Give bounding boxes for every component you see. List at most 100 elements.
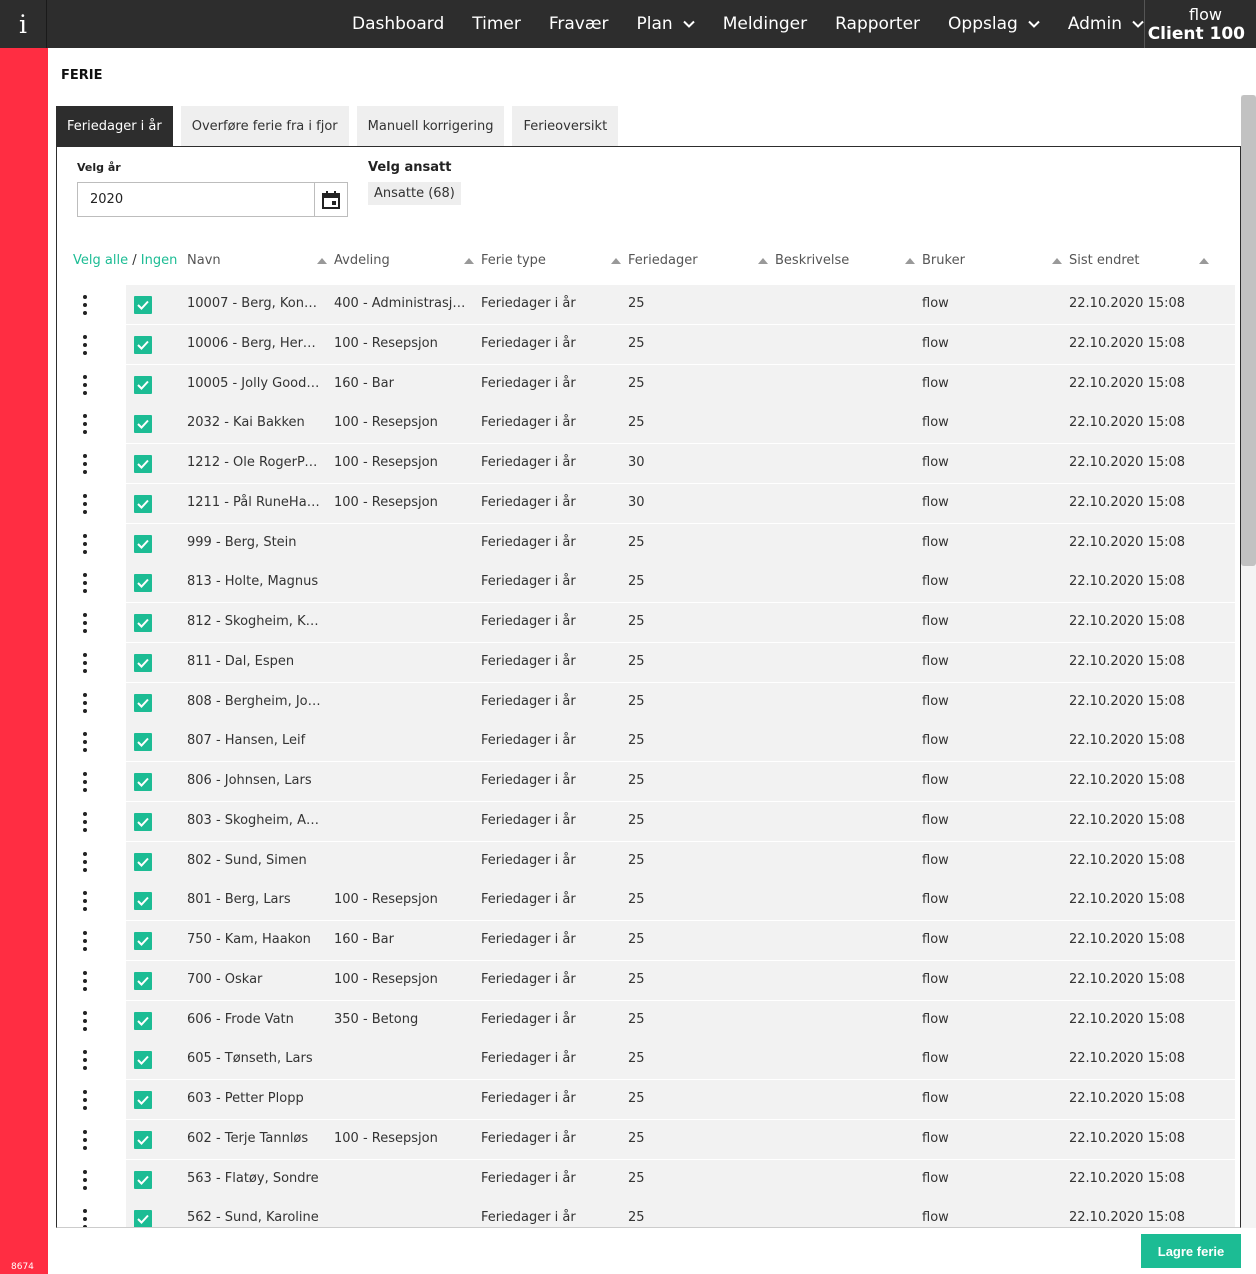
more-vertical-icon[interactable] [79, 613, 91, 633]
column-header[interactable]: Navn [187, 253, 327, 271]
column-header[interactable]: Avdeling [334, 253, 474, 271]
sort-arrow-icon[interactable] [464, 258, 474, 264]
more-vertical-icon[interactable] [79, 1050, 91, 1071]
sort-arrow-icon[interactable] [611, 258, 621, 264]
row-checkbox[interactable] [134, 653, 152, 672]
nav-item-frav-r[interactable]: Fravær [549, 14, 609, 34]
row-checkbox[interactable] [134, 534, 152, 553]
more-vertical-icon[interactable] [79, 334, 91, 355]
select-all-link[interactable]: Velg alle [73, 253, 128, 268]
row-checkbox[interactable] [134, 892, 152, 911]
sort-arrow-icon[interactable] [905, 258, 915, 264]
row-checkbox[interactable] [134, 1011, 152, 1030]
row-checkbox[interactable] [134, 852, 152, 871]
more-vertical-icon[interactable] [79, 454, 91, 474]
table-row[interactable]: 563 - Flatøy, Sondre Feriedager i år 25 flo… [67, 1159, 1235, 1199]
table-row[interactable]: 999 - Berg, Stein Feriedager i år 25 flow 22… [67, 523, 1235, 563]
row-checkbox[interactable] [134, 614, 152, 632]
sort-arrow-icon[interactable] [1052, 258, 1062, 264]
sort-arrow-icon[interactable] [758, 258, 768, 264]
more-vertical-icon[interactable] [79, 931, 91, 951]
row-checkbox[interactable] [134, 1091, 152, 1109]
table-row[interactable]: 811 - Dal, Espen Feriedager i år 25 flow 22.… [67, 642, 1235, 682]
row-checkbox[interactable] [134, 1051, 152, 1070]
column-header[interactable]: Ferie type [481, 253, 621, 271]
save-button[interactable]: Lagre ferie [1141, 1234, 1241, 1268]
tab-3[interactable]: Ferieoversikt [512, 106, 619, 147]
table-row[interactable]: 803 - Skogheim, Alex Feriedager i år 25 flo… [67, 801, 1235, 841]
row-checkbox[interactable] [134, 693, 152, 712]
table-row[interactable]: 802 - Sund, Simen Feriedager i år 25 flow 22… [67, 841, 1235, 881]
more-vertical-icon[interactable] [79, 573, 91, 594]
table-row[interactable]: 807 - Hansen, Leif Feriedager i år 25 flow 2… [67, 722, 1235, 762]
more-vertical-icon[interactable] [79, 374, 91, 395]
table-row[interactable]: 801 - Berg, Lars 100 - Resepsjon Feriedage… [67, 881, 1235, 921]
row-checkbox[interactable] [134, 1130, 152, 1149]
more-vertical-icon[interactable] [79, 1129, 91, 1150]
column-header[interactable]: Sist endret [1069, 253, 1209, 271]
more-vertical-icon[interactable] [79, 811, 91, 832]
scrollbar[interactable] [1241, 95, 1256, 1228]
select-none-link[interactable]: Ingen [141, 253, 178, 268]
more-vertical-icon[interactable] [79, 772, 91, 792]
table-row[interactable]: 602 - Terje Tannløs 100 - Resepsjon Feried… [67, 1119, 1235, 1159]
more-vertical-icon[interactable] [79, 533, 91, 554]
info-button[interactable]: i [0, 0, 47, 48]
year-picker[interactable]: 2020 [77, 182, 348, 217]
table-row[interactable]: 806 - Johnsen, Lars Feriedager i år 25 flow… [67, 762, 1235, 801]
more-vertical-icon[interactable] [79, 732, 91, 753]
calendar-icon[interactable] [314, 183, 347, 216]
table-row[interactable]: 605 - Tønseth, Lars Feriedager i år 25 flow… [67, 1040, 1235, 1080]
table-row[interactable]: 10006 - Berg, Hermann 100 - Resepsjon Feri… [67, 324, 1235, 364]
more-vertical-icon[interactable] [79, 414, 91, 435]
column-header[interactable]: Feriedager [628, 253, 768, 271]
row-checkbox[interactable] [134, 375, 152, 394]
table-row[interactable]: 2032 - Kai Bakken 100 - Resepsjon Feriedag… [67, 404, 1235, 444]
scrollbar-thumb[interactable] [1241, 95, 1256, 566]
row-checkbox[interactable] [134, 296, 152, 314]
nav-item-plan[interactable]: Plan [637, 14, 695, 34]
more-vertical-icon[interactable] [79, 692, 91, 713]
table-row[interactable]: 750 - Kam, Haakon 160 - Bar Feriedager i å… [67, 921, 1235, 960]
table-row[interactable]: 700 - Oskar 100 - Resepsjon Feriedager i å… [67, 960, 1235, 1000]
tab-1[interactable]: Overføre ferie fra i fjor [180, 106, 349, 147]
table-row[interactable]: 812 - Skogheim, Kristian Feriedager i år 2… [67, 603, 1235, 642]
row-checkbox[interactable] [134, 455, 152, 473]
employee-chip[interactable]: Ansatte (68) [368, 182, 461, 205]
row-checkbox[interactable] [134, 1210, 152, 1227]
row-checkbox[interactable] [134, 415, 152, 434]
more-vertical-icon[interactable] [79, 891, 91, 912]
client-switcher[interactable]: flow Client 100 [1144, 0, 1256, 48]
row-checkbox[interactable] [134, 574, 152, 593]
more-vertical-icon[interactable] [79, 970, 91, 991]
column-header[interactable]: Bruker [922, 253, 1062, 271]
table-row[interactable]: 813 - Holte, Magnus Feriedager i år 25 flow… [67, 563, 1235, 603]
tab-0[interactable]: Feriedager i år [56, 106, 173, 147]
row-checkbox[interactable] [134, 812, 152, 831]
row-checkbox[interactable] [134, 971, 152, 990]
more-vertical-icon[interactable] [79, 1209, 91, 1227]
nav-item-admin[interactable]: Admin [1068, 14, 1144, 34]
year-input[interactable]: 2020 [78, 183, 314, 216]
row-checkbox[interactable] [134, 932, 152, 950]
more-vertical-icon[interactable] [79, 1010, 91, 1031]
row-checkbox[interactable] [134, 335, 152, 354]
nav-item-rapporter[interactable]: Rapporter [835, 14, 920, 34]
more-vertical-icon[interactable] [79, 652, 91, 673]
nav-item-meldinger[interactable]: Meldinger [723, 14, 807, 34]
more-vertical-icon[interactable] [79, 493, 91, 514]
row-checkbox[interactable] [134, 1170, 152, 1189]
more-vertical-icon[interactable] [79, 1169, 91, 1190]
table-row[interactable]: 1212 - Ole RogerPedersen 100 - Resepsjon F… [67, 444, 1235, 483]
more-vertical-icon[interactable] [79, 851, 91, 872]
table-row[interactable]: 808 - Bergheim, Jonas Feriedager i år 25 fl… [67, 682, 1235, 722]
more-vertical-icon[interactable] [79, 295, 91, 315]
row-checkbox[interactable] [134, 773, 152, 791]
tab-2[interactable]: Manuell korrigering [356, 106, 505, 147]
table-row[interactable]: 10007 - Berg, Konrad 400 - Administrasjon… [67, 285, 1235, 324]
table-row[interactable]: 603 - Petter Plopp Feriedager i år 25 flow 2… [67, 1080, 1235, 1119]
nav-item-dashboard[interactable]: Dashboard [352, 14, 444, 34]
nav-item-oppslag[interactable]: Oppslag [948, 14, 1040, 34]
more-vertical-icon[interactable] [79, 1090, 91, 1110]
row-checkbox[interactable] [134, 494, 152, 513]
